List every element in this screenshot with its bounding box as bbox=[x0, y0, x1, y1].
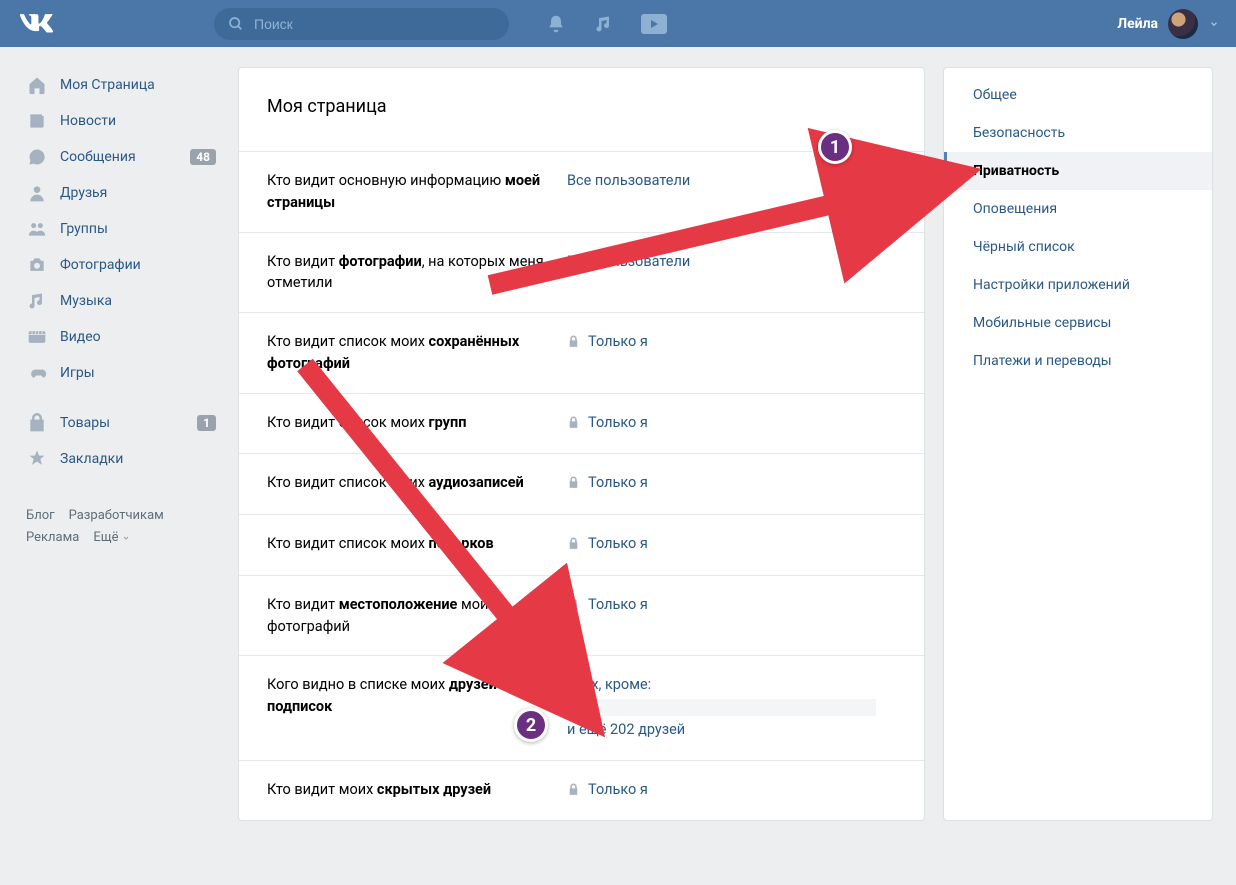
nav-item[interactable]: Закладки bbox=[20, 441, 220, 477]
nav-label: Игры bbox=[60, 365, 95, 381]
chevron-down-icon bbox=[122, 534, 130, 542]
setting-label: Кто видит список моих подарков bbox=[267, 533, 567, 555]
lock-icon bbox=[567, 414, 580, 436]
setting-label: Кто видит основную информацию моей стран… bbox=[267, 170, 567, 214]
setting-value[interactable]: Все пользователи bbox=[567, 170, 690, 192]
setting-value[interactable]: Только я bbox=[567, 533, 648, 557]
nav-badge: 1 bbox=[197, 415, 216, 431]
left-nav: Моя Страница Новости Сообщения 48 Друзья Груп… bbox=[20, 67, 220, 821]
lock-icon bbox=[567, 474, 580, 496]
friends-icon bbox=[26, 182, 48, 204]
footer-blog[interactable]: Блог bbox=[26, 505, 55, 527]
search-icon bbox=[228, 16, 244, 32]
setting-label: Кто видит список моих групп bbox=[267, 412, 567, 434]
market-icon bbox=[26, 412, 48, 434]
nav-label: Видео bbox=[60, 329, 101, 345]
nav-label: Закладки bbox=[60, 451, 123, 467]
nav-label: Сообщения bbox=[60, 149, 136, 165]
chevron-down-icon bbox=[1208, 18, 1220, 30]
nav-item[interactable]: Товары 1 bbox=[20, 405, 220, 441]
bookmarks-icon bbox=[26, 448, 48, 470]
settings-tab[interactable]: Оповещения bbox=[944, 190, 1212, 228]
nav-label: Друзья bbox=[60, 185, 107, 201]
nav-item[interactable]: Друзья bbox=[20, 175, 220, 211]
nav-item[interactable]: Видео bbox=[20, 319, 220, 355]
topbar: Лейла bbox=[0, 0, 1236, 47]
lock-icon bbox=[567, 596, 580, 618]
groups-icon bbox=[26, 218, 48, 240]
settings-tab[interactable]: Безопасность bbox=[944, 114, 1212, 152]
music-icon[interactable] bbox=[593, 13, 615, 35]
setting-value[interactable]: Только я bbox=[567, 594, 648, 618]
settings-tab[interactable]: Мобильные сервисы bbox=[944, 304, 1212, 342]
nav-label: Музыка bbox=[60, 293, 112, 309]
setting-value[interactable]: Только я bbox=[567, 779, 648, 803]
nav-item[interactable]: Сообщения 48 bbox=[20, 139, 220, 175]
setting-row: Кто видит список моих группТолько я bbox=[239, 393, 924, 454]
setting-value[interactable]: Все пользователи bbox=[567, 251, 690, 273]
news-icon bbox=[26, 110, 48, 132]
setting-row-friends: Кого видно в списке моих друзей и подпис… bbox=[239, 655, 924, 759]
username: Лейла bbox=[1117, 16, 1158, 32]
setting-row: Кто видит список моих подарковТолько я bbox=[239, 514, 924, 575]
setting-row: Кто видит список моих сохранённых фотогр… bbox=[239, 312, 924, 393]
settings-tab[interactable]: Общее bbox=[944, 76, 1212, 114]
nav-label: Фотографии bbox=[60, 257, 141, 273]
settings-tabs: ОбщееБезопасностьПриватностьОповещенияЧё… bbox=[943, 67, 1213, 821]
photos-icon bbox=[26, 254, 48, 276]
nav-item[interactable]: Игры bbox=[20, 355, 220, 391]
setting-value[interactable]: Только я bbox=[567, 331, 648, 355]
nav-label: Моя Страница bbox=[60, 77, 155, 93]
nav-item[interactable]: Моя Страница bbox=[20, 67, 220, 103]
setting-label: Кто видит список моих аудиозаписей bbox=[267, 472, 567, 494]
settings-tab[interactable]: Чёрный список bbox=[944, 228, 1212, 266]
setting-value[interactable]: Только я bbox=[567, 412, 648, 436]
avatar bbox=[1168, 9, 1198, 39]
footer-links: Блог Разработчикам Реклама Ещё bbox=[20, 505, 220, 549]
music-icon bbox=[26, 290, 48, 312]
search-box[interactable] bbox=[214, 8, 509, 40]
nav-badge: 48 bbox=[190, 149, 216, 165]
lock-icon bbox=[567, 781, 580, 803]
nav-item[interactable]: Музыка bbox=[20, 283, 220, 319]
nav-item[interactable]: Группы bbox=[20, 211, 220, 247]
footer-dev[interactable]: Разработчикам bbox=[69, 505, 164, 527]
nav-label: Новости bbox=[60, 113, 116, 129]
lock-icon bbox=[567, 535, 580, 557]
lock-icon bbox=[567, 333, 580, 355]
search-input[interactable] bbox=[254, 16, 495, 32]
nav-label: Товары bbox=[60, 415, 110, 431]
games-icon bbox=[26, 362, 48, 384]
top-icon-row bbox=[545, 13, 667, 35]
setting-value[interactable]: Только я bbox=[567, 472, 648, 496]
page-title: Моя страница bbox=[239, 68, 924, 151]
footer-ads[interactable]: Реклама bbox=[26, 527, 79, 549]
settings-tab[interactable]: Настройки приложений bbox=[944, 266, 1212, 304]
setting-row: Кто видит местоположение моих фотографий… bbox=[239, 575, 924, 656]
footer-more[interactable]: Ещё bbox=[93, 527, 130, 549]
vk-logo[interactable] bbox=[20, 14, 54, 34]
notifications-icon[interactable] bbox=[545, 13, 567, 35]
messages-icon bbox=[26, 146, 48, 168]
setting-label: Кого видно в списке моих друзей и подпис… bbox=[267, 674, 567, 718]
setting-label: Кто видит местоположение моих фотографий bbox=[267, 594, 567, 638]
setting-row-hidden-friends: Кто видит моих скрытых друзей Только я bbox=[239, 760, 924, 821]
setting-value[interactable]: Всех, кроме: и ещё 202 друзей bbox=[567, 674, 877, 741]
user-menu[interactable]: Лейла bbox=[1117, 0, 1220, 47]
setting-row: Кто видит основную информацию моей стран… bbox=[239, 151, 924, 232]
setting-label: Кто видит список моих сохранённых фотогр… bbox=[267, 331, 567, 375]
settings-tab[interactable]: Приватность bbox=[944, 152, 1212, 190]
nav-item[interactable]: Новости bbox=[20, 103, 220, 139]
home-icon bbox=[26, 74, 48, 96]
setting-label: Кто видит фотографии, на которых меня от… bbox=[267, 251, 567, 295]
setting-label: Кто видит моих скрытых друзей bbox=[267, 779, 567, 801]
settings-tab[interactable]: Платежи и переводы bbox=[944, 342, 1212, 380]
nav-item[interactable]: Фотографии bbox=[20, 247, 220, 283]
video-icon bbox=[26, 326, 48, 348]
setting-row: Кто видит фотографии, на которых меня от… bbox=[239, 232, 924, 313]
nav-label: Группы bbox=[60, 221, 108, 237]
video-icon[interactable] bbox=[641, 14, 667, 34]
settings-panel: Моя страница Кто видит основную информац… bbox=[238, 67, 925, 821]
setting-row: Кто видит список моих аудиозаписейТолько… bbox=[239, 453, 924, 514]
